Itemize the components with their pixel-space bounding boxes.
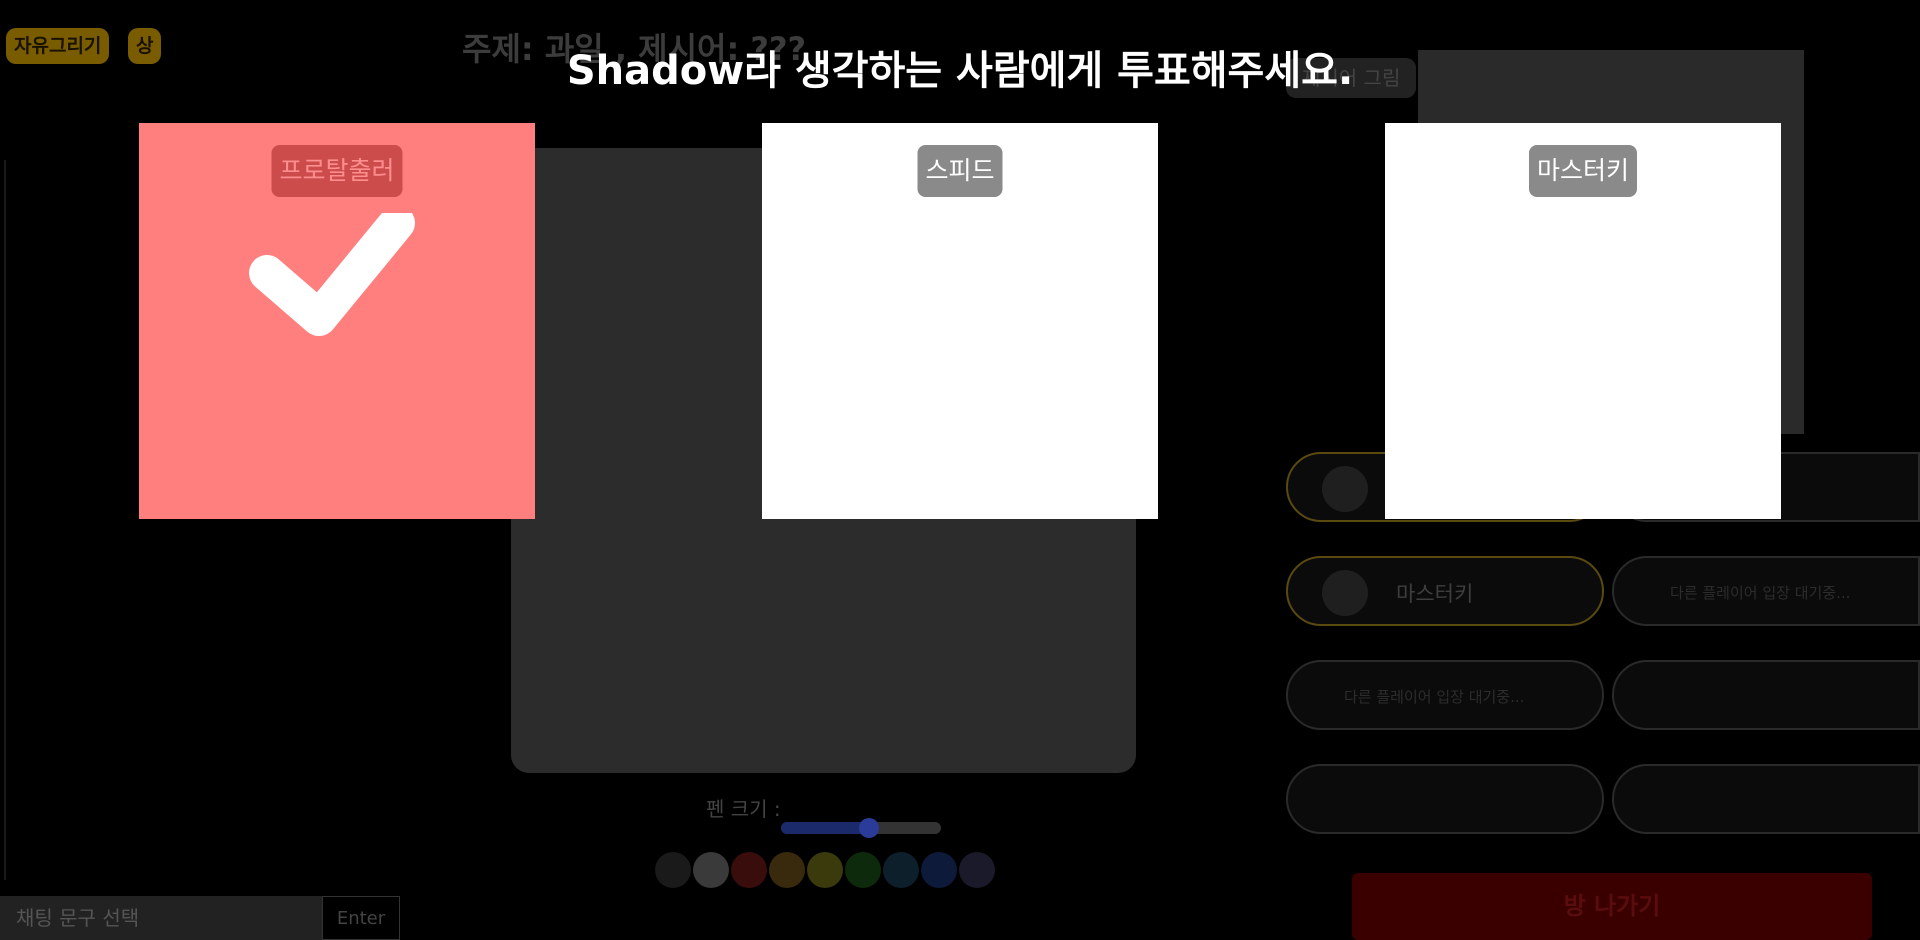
player-name: 마스터키 xyxy=(1396,582,1474,606)
player-avatar-icon xyxy=(1322,570,1368,616)
chat-phrase-select: 채팅 문구 선택 xyxy=(0,896,322,940)
color-swatch xyxy=(845,852,881,888)
player-card: 마스터키 xyxy=(1286,556,1604,626)
color-swatch xyxy=(769,852,805,888)
color-swatch xyxy=(959,852,995,888)
pen-size-slider xyxy=(781,818,941,838)
vote-instruction-title: Shadow라 생각하는 사람에게 투표해주세요. xyxy=(566,48,1354,94)
waiting-slot: 다른 플레이어 입장 대기중... xyxy=(1612,556,1920,626)
candidate-name-badge: 프로탈출러 xyxy=(271,145,403,197)
empty-slot xyxy=(1612,660,1920,730)
checkmark-icon xyxy=(249,213,415,336)
color-palette xyxy=(655,852,995,888)
vote-card-candidate-1[interactable]: 프로탈출러 xyxy=(139,123,535,519)
vote-card-candidate-3[interactable]: 마스터키 xyxy=(1385,123,1781,519)
pen-size-fill xyxy=(781,822,869,834)
pen-size-knob xyxy=(859,818,879,838)
exit-room-button: 방 나가기 xyxy=(1352,873,1872,940)
waiting-text: 다른 플레이어 입장 대기중... xyxy=(1344,688,1525,706)
player-avatar-icon xyxy=(1322,466,1368,512)
chat-divider xyxy=(4,160,6,880)
waiting-text: 다른 플레이어 입장 대기중... xyxy=(1670,584,1851,602)
color-swatch xyxy=(731,852,767,888)
chat-enter-button: Enter xyxy=(322,896,400,940)
candidate-name-badge: 스피드 xyxy=(917,145,1003,197)
waiting-slot: 다른 플레이어 입장 대기중... xyxy=(1286,660,1604,730)
vote-card-candidate-2[interactable]: 스피드 xyxy=(762,123,1158,519)
candidate-name-badge: 마스터키 xyxy=(1528,145,1638,197)
color-swatch xyxy=(807,852,843,888)
color-swatch xyxy=(655,852,691,888)
empty-slot xyxy=(1286,764,1604,834)
pen-size-label: 펜 크기 : xyxy=(706,797,781,821)
color-swatch xyxy=(883,852,919,888)
color-swatch xyxy=(921,852,957,888)
color-swatch xyxy=(693,852,729,888)
empty-slot xyxy=(1612,764,1920,834)
